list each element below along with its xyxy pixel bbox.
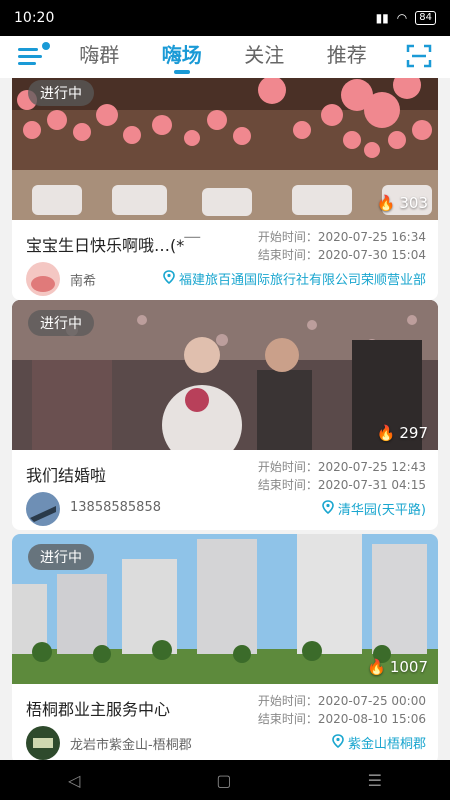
end-time: 2020-08-10 15:06 (317, 712, 426, 726)
status-badge: 进行中 (28, 310, 94, 336)
home-icon[interactable]: ▢ (216, 771, 231, 790)
event-times: 开始时间：2020-07-25 16:34 结束时间：2020-07-30 15… (257, 230, 426, 262)
avatar[interactable] (26, 492, 60, 526)
event-info: 梧桐郡业主服务中心 开始时间：2020-07-25 00:00 结束时间：202… (12, 684, 438, 760)
top-nav: 嗨群 嗨场 关注 推荐 (0, 36, 450, 78)
recents-icon[interactable]: ☰ (368, 771, 382, 790)
hot-count: 🔥 297 (376, 424, 428, 442)
tab-hai-qun[interactable]: 嗨群 (58, 36, 141, 78)
start-time: 2020-07-25 16:34 (317, 230, 426, 244)
start-time: 2020-07-25 12:43 (317, 460, 426, 474)
tab-hai-chang[interactable]: 嗨场 (141, 36, 224, 78)
signal-icon: ▮▮ (375, 11, 389, 25)
battery-icon: 84 (415, 11, 436, 25)
event-title: 梧桐郡业主服务中心 (26, 700, 171, 719)
location-pin-icon (163, 269, 175, 288)
event-card[interactable]: 进行中 🔥 303 宝宝生日快乐啊哦…(*￣ 开始时间：2020-07-25 16… (12, 78, 438, 300)
tab-bar: 嗨群 嗨场 关注 推荐 (58, 36, 388, 78)
fire-icon: 🔥 (367, 658, 386, 676)
status-bar: 10:20 ▮▮ ◠ 84 (0, 0, 450, 36)
location-link[interactable]: 福建旅百通国际旅行社有限公司荣顺营业部 (163, 269, 426, 288)
system-nav-bar: ◁ ▢ ☰ (0, 760, 450, 800)
avatar[interactable] (26, 726, 60, 760)
event-times: 开始时间：2020-07-25 12:43 结束时间：2020-07-31 04… (257, 460, 426, 492)
event-photo: 进行中 🔥 1007 (12, 534, 438, 684)
event-info: 宝宝生日快乐啊哦…(*￣ 开始时间：2020-07-25 16:34 结束时间：… (12, 220, 438, 300)
author-name: 龙岩市紫金山-梧桐郡 (70, 738, 192, 753)
hot-count: 🔥 303 (376, 194, 428, 212)
scan-icon[interactable] (406, 44, 432, 68)
event-title: 我们结婚啦 (26, 466, 107, 485)
author-name: 南希 (70, 274, 97, 289)
wifi-icon: ◠ (396, 11, 408, 25)
status-badge: 进行中 (28, 544, 94, 570)
event-card[interactable]: 进行中 🔥 1007 梧桐郡业主服务中心 开始时间：2020-07-25 00:0… (12, 534, 438, 760)
avatar[interactable] (26, 262, 60, 296)
menu-icon[interactable] (18, 42, 50, 68)
tab-tui-jian[interactable]: 推荐 (306, 36, 389, 78)
location-link[interactable]: 清华园(天平路) (322, 499, 426, 518)
event-photo: 进行中 🔥 297 (12, 300, 438, 450)
author-name: 13858585858 (70, 500, 161, 515)
tab-guan-zhu[interactable]: 关注 (223, 36, 306, 78)
event-title: 宝宝生日快乐啊哦…(*￣ (26, 236, 201, 255)
fire-icon: 🔥 (376, 194, 396, 212)
location-pin-icon (332, 733, 344, 752)
event-card[interactable]: 进行中 🔥 297 我们结婚啦 开始时间：2020-07-25 12:43 结束时… (12, 300, 438, 530)
hot-count: 🔥 1007 (367, 658, 428, 676)
fire-icon: 🔥 (376, 424, 396, 442)
event-photo: 进行中 🔥 303 (12, 78, 438, 220)
start-time: 2020-07-25 00:00 (317, 694, 426, 708)
event-feed[interactable]: 进行中 🔥 303 宝宝生日快乐啊哦…(*￣ 开始时间：2020-07-25 16… (0, 78, 450, 760)
status-icons: ▮▮ ◠ 84 (376, 11, 436, 25)
end-time: 2020-07-30 15:04 (317, 248, 426, 262)
location-link[interactable]: 紫金山梧桐郡 (332, 733, 426, 752)
status-badge: 进行中 (28, 80, 94, 106)
end-time: 2020-07-31 04:15 (317, 478, 426, 492)
location-pin-icon (322, 499, 334, 518)
status-time: 10:20 (14, 10, 55, 26)
event-times: 开始时间：2020-07-25 00:00 结束时间：2020-08-10 15… (257, 694, 426, 726)
back-icon[interactable]: ◁ (68, 771, 80, 790)
event-info: 我们结婚啦 开始时间：2020-07-25 12:43 结束时间：2020-07… (12, 450, 438, 530)
